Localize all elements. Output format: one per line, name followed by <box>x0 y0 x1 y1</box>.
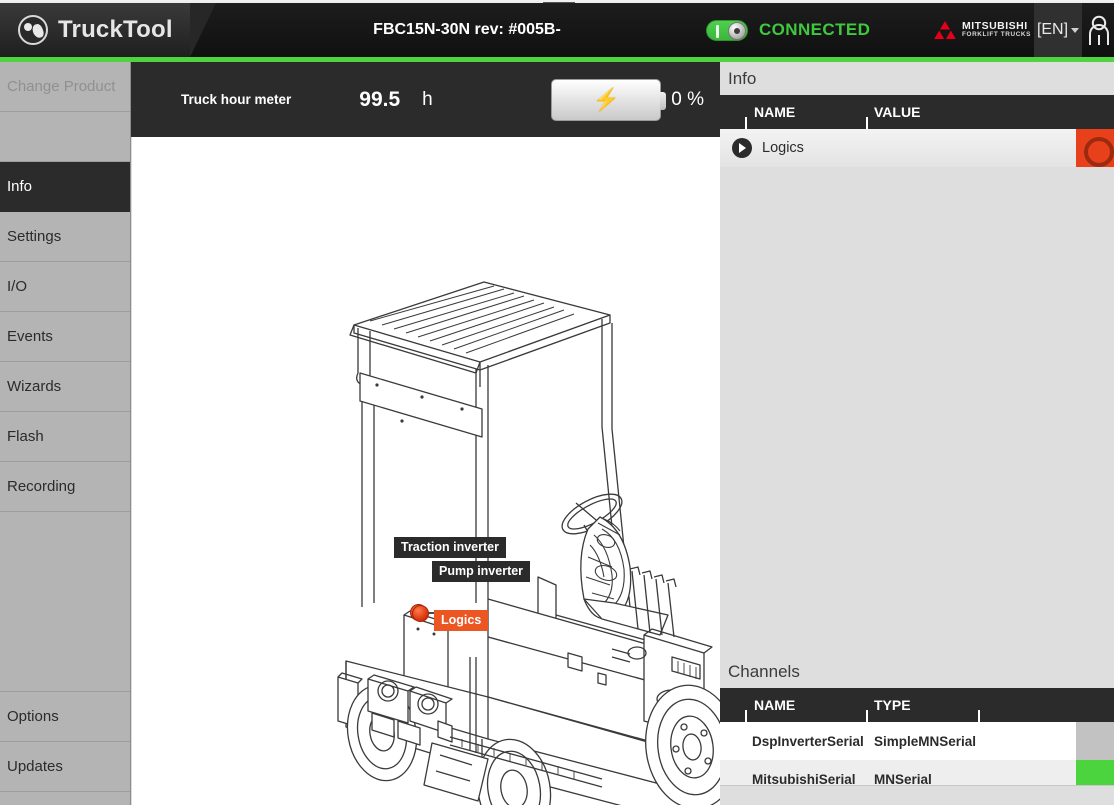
marker-label-traction-inverter[interactable]: Traction inverter <box>394 537 506 558</box>
sidebar-item-settings[interactable]: Settings <box>0 212 130 262</box>
column-resize-handle[interactable] <box>745 117 747 129</box>
table-row[interactable]: DspInverterSerial SimpleMNSerial <box>720 722 1114 760</box>
connection-status-label: CONNECTED <box>759 20 871 39</box>
language-label: [EN] <box>1036 21 1069 38</box>
channels-table-header: NAME TYPE <box>720 688 1114 722</box>
sidebar-item-label: Change Product <box>7 78 116 95</box>
info-table-header: NAME VALUE <box>720 95 1114 129</box>
sidebar-item-label: Options <box>7 708 59 725</box>
sidebar-item-info[interactable]: Info <box>0 162 130 212</box>
mitsubishi-diamonds-icon <box>934 21 956 39</box>
sidebar-item-label: Events <box>7 328 53 345</box>
lightning-bolt-icon: ⚡ <box>592 86 620 112</box>
channels-panel: Channels NAME TYPE DspInverterSerial Sim… <box>720 655 1114 798</box>
channel-row-type: SimpleMNSerial <box>874 733 977 749</box>
column-resize-handle[interactable] <box>866 710 868 722</box>
channels-column-name: NAME <box>754 697 796 713</box>
language-selector[interactable]: [EN] <box>1034 3 1082 57</box>
play-triangle-icon[interactable] <box>732 138 752 158</box>
chevron-down-icon <box>1071 27 1080 33</box>
sidebar-item-change-product[interactable]: Change Product <box>0 62 130 112</box>
status-badge <box>1076 722 1114 760</box>
sidebar-item-recording[interactable]: Recording <box>0 462 130 512</box>
record-circle-icon[interactable] <box>1076 129 1114 167</box>
connection-indicator[interactable]: CONNECTED <box>706 3 870 57</box>
sidebar-item-events[interactable]: Events <box>0 312 130 362</box>
oem-subtitle: FORKLIFT TRUCKS <box>962 31 1031 39</box>
column-resize-handle[interactable] <box>866 117 868 129</box>
sidebar-item-label: Recording <box>7 478 76 495</box>
sidebar-nav: Change Product Info Settings I/O Events … <box>0 62 131 805</box>
trucktool-logo-icon <box>18 15 48 45</box>
brand-name: TruckTool <box>58 16 173 43</box>
toggle-on-icon[interactable] <box>706 19 748 41</box>
brand-area: TruckTool <box>0 3 216 57</box>
panel-footer <box>720 785 1114 805</box>
marker-label-logics[interactable]: Logics <box>434 610 489 631</box>
app-header: TruckTool FBC15N-30N rev: #005B- CONNECT… <box>0 3 1114 57</box>
user-person-icon <box>1089 15 1109 45</box>
sidebar-item-label: Info <box>7 178 33 195</box>
truck-hour-meter-bar: Truck hour meter 99.5 h ⚡ 0 % <box>131 62 720 137</box>
info-column-name: NAME <box>754 104 796 120</box>
marker-dot-logics[interactable] <box>412 605 429 622</box>
sidebar-item-label: I/O <box>7 278 28 295</box>
sidebar-gap <box>0 512 130 692</box>
battery-indicator: ⚡ 0 % <box>551 78 704 121</box>
meter-value: 99.5 <box>359 87 401 111</box>
forklift-line-drawing <box>337 281 720 805</box>
column-resize-handle[interactable] <box>745 710 747 722</box>
battery-icon: ⚡ <box>551 78 667 121</box>
meter-unit: h <box>422 88 433 110</box>
info-column-value: VALUE <box>874 104 921 120</box>
channel-row-name: DspInverterSerial <box>752 733 864 749</box>
sidebar-item-label: Updates <box>7 758 63 775</box>
channels-panel-title: Channels <box>728 662 800 681</box>
sidebar-spacer <box>0 112 130 162</box>
meter-label: Truck hour meter <box>181 92 292 107</box>
info-row-name: Logics <box>762 140 804 156</box>
marker-label-pump-inverter[interactable]: Pump inverter <box>432 561 531 582</box>
table-row[interactable]: Logics <box>720 129 1114 167</box>
right-panels: Info NAME VALUE Logics Channels NAME TYP… <box>720 62 1114 805</box>
sidebar-item-options[interactable]: Options <box>0 692 130 742</box>
sidebar-item-flash[interactable]: Flash <box>0 412 130 462</box>
sidebar-item-updates[interactable]: Updates <box>0 742 130 792</box>
channels-column-type: TYPE <box>874 697 911 713</box>
battery-percent: 0 % <box>671 88 704 110</box>
product-title: FBC15N-30N rev: #005B- <box>373 21 561 38</box>
oem-logo: MITSUBISHI FORKLIFT TRUCKS <box>933 20 1031 40</box>
info-panel-title: Info <box>728 69 757 88</box>
truck-diagram-canvas[interactable]: Traction inverter Pump inverter Logics <box>131 137 720 805</box>
sidebar-item-wizards[interactable]: Wizards <box>0 362 130 412</box>
column-resize-handle[interactable] <box>978 710 980 722</box>
sidebar-item-io[interactable]: I/O <box>0 262 130 312</box>
sidebar-item-label: Wizards <box>7 378 62 395</box>
sidebar-item-label: Flash <box>7 428 44 445</box>
sidebar-item-label: Settings <box>7 228 62 245</box>
user-menu-button[interactable] <box>1082 3 1114 57</box>
